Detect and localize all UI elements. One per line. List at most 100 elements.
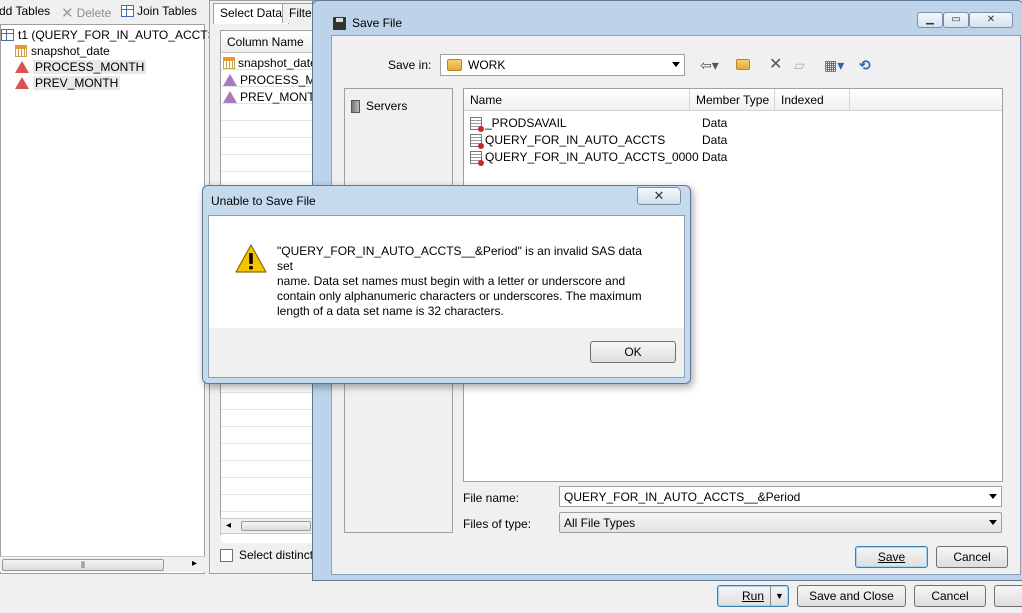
floppy-disk-icon <box>333 16 346 30</box>
dataset-icon <box>470 116 484 132</box>
file-member-type: Data <box>702 150 728 164</box>
computed-column-icon <box>15 77 29 89</box>
grid-row[interactable]: PROCESS_MO <box>223 73 325 87</box>
scrollbar-thumb[interactable]: ⦀ <box>2 559 164 571</box>
select-distinct-row: Select distinct r <box>220 548 320 562</box>
grid-header-column-name[interactable]: Column Name <box>221 31 314 53</box>
computed-column-icon <box>15 61 29 73</box>
file-name: QUERY_FOR_IN_AUTO_ACCTS_0000 <box>485 150 699 164</box>
run-button[interactable]: Run ▼ <box>717 585 789 607</box>
file-list-header: Name Member Type Indexed <box>464 89 1002 111</box>
tree-column-snapshot-date[interactable]: snapshot_date <box>15 44 110 58</box>
files-of-type-label: Files of type: <box>463 517 532 531</box>
servers-item[interactable]: Servers <box>351 99 407 113</box>
servers-label: Servers <box>366 99 408 113</box>
back-arrow-icon[interactable]: ⇦▾ <box>700 58 719 72</box>
help-button-partial[interactable] <box>994 585 1022 607</box>
run-dropdown-icon[interactable]: ▼ <box>770 586 788 606</box>
new-folder-icon[interactable]: ▱ <box>794 58 805 72</box>
tree-column-label: PREV_MONTH <box>33 76 121 90</box>
cancel-button[interactable]: Cancel <box>936 546 1008 568</box>
delete-icon: ✕ <box>61 5 74 22</box>
refresh-icon[interactable]: ⟲ <box>859 58 871 72</box>
maximize-button[interactable]: ▭ <box>943 12 969 28</box>
add-tables-label: dd Tables <box>0 4 51 18</box>
delete-icon[interactable]: ✕ <box>769 57 782 73</box>
dataset-icon <box>470 150 484 166</box>
save-in-dropdown[interactable]: WORK <box>440 54 685 76</box>
tab-select-data[interactable]: Select Data <box>213 3 290 24</box>
computed-column-icon <box>223 74 237 86</box>
file-name-input[interactable]: QUERY_FOR_IN_AUTO_ACCTS__&Period <box>559 486 1002 507</box>
close-button[interactable]: ✕ <box>637 187 681 205</box>
date-column-icon <box>15 45 27 57</box>
run-label: Run <box>741 589 764 603</box>
error-dialog-title: Unable to Save File <box>211 194 316 208</box>
ok-button[interactable]: OK <box>590 341 676 363</box>
delete-button[interactable]: ✕ Delete <box>61 4 111 22</box>
minimize-button[interactable]: ▁ <box>917 12 943 28</box>
close-icon: ✕ <box>653 188 665 203</box>
file-member-type: Data <box>702 133 728 147</box>
save-button[interactable]: Save <box>855 546 928 568</box>
chevron-down-icon <box>989 520 997 525</box>
tree-column-prev-month[interactable]: PREV_MONTH <box>15 76 121 90</box>
date-column-icon <box>223 57 235 69</box>
add-tables-button[interactable]: dd Tables <box>0 4 50 18</box>
server-icon <box>351 99 360 113</box>
grid-row[interactable]: PREV_MONT <box>223 90 315 104</box>
table-icon <box>1 29 14 41</box>
file-member-type: Data <box>702 116 728 130</box>
chevron-down-icon[interactable] <box>989 494 997 499</box>
warning-icon <box>235 244 267 273</box>
close-button[interactable]: ✕ <box>969 12 1013 28</box>
file-row[interactable]: QUERY_FOR_IN_AUTO_ACCTS Data <box>470 133 990 149</box>
column-header-indexed[interactable]: Indexed <box>775 89 850 111</box>
tree-column-process-month[interactable]: PROCESS_MONTH <box>15 60 147 74</box>
grid-cell: PREV_MONT <box>240 90 315 104</box>
file-row[interactable]: QUERY_FOR_IN_AUTO_ACCTS_0000 Data <box>470 150 990 166</box>
computed-column-icon <box>223 91 237 103</box>
join-tables-icon <box>121 5 134 17</box>
scroll-right-icon[interactable]: ▸ <box>192 558 197 569</box>
scroll-left-icon[interactable]: ◂ <box>226 520 231 531</box>
file-name: QUERY_FOR_IN_AUTO_ACCTS <box>485 133 666 147</box>
library-folder-icon <box>447 59 462 71</box>
grid-row[interactable]: snapshot_date <box>223 56 317 70</box>
error-dialog-body: "QUERY_FOR_IN_AUTO_ACCTS__&Period" is an… <box>208 215 685 378</box>
column-header-member-type[interactable]: Member Type <box>690 89 775 111</box>
tree-table-label: t1 (QUERY_FOR_IN_AUTO_ACCTS_0 <box>18 28 229 42</box>
views-menu-icon[interactable]: ▦▾ <box>824 58 844 72</box>
join-tables-button[interactable]: Join Tables <box>121 4 197 18</box>
select-distinct-label: Select distinct r <box>239 548 321 562</box>
save-in-label: Save in: <box>388 58 432 72</box>
tree-column-label: PROCESS_MONTH <box>33 60 147 74</box>
file-row[interactable]: _PRODSAVAIL Data <box>470 116 990 132</box>
query-cancel-button[interactable]: Cancel <box>914 585 986 607</box>
grid-horizontal-scrollbar[interactable]: ◂ <box>220 518 315 534</box>
folder-icon <box>736 59 750 70</box>
unable-to-save-dialog: Unable to Save File ✕ "QUERY_FOR_IN_AUTO… <box>202 185 691 384</box>
save-and-close-button[interactable]: Save and Close <box>797 585 906 607</box>
tree-column-label: snapshot_date <box>31 44 110 58</box>
delete-label: Delete <box>76 6 112 20</box>
query-toolbar: dd Tables ✕ Delete Join Tables <box>0 0 210 24</box>
chevron-down-icon <box>672 62 680 67</box>
tables-tree[interactable]: t1 (QUERY_FOR_IN_AUTO_ACCTS_0 snapshot_d… <box>0 24 229 574</box>
scrollbar-thumb[interactable] <box>241 521 311 531</box>
error-message: "QUERY_FOR_IN_AUTO_ACCTS__&Period" is an… <box>277 244 642 318</box>
file-name-label: File name: <box>463 491 520 505</box>
file-name-value: QUERY_FOR_IN_AUTO_ACCTS__&Period <box>564 490 801 504</box>
up-folder-icon[interactable] <box>736 58 750 72</box>
select-distinct-checkbox[interactable] <box>220 548 233 562</box>
dataset-icon <box>470 133 484 149</box>
column-header-name[interactable]: Name <box>464 89 690 111</box>
save-label: Save <box>877 550 906 564</box>
tree-horizontal-scrollbar[interactable]: ⦀ ▸ <box>0 556 205 572</box>
save-in-value: WORK <box>468 58 506 72</box>
grid-cell: snapshot_date <box>238 56 317 70</box>
tree-table-node[interactable]: t1 (QUERY_FOR_IN_AUTO_ACCTS_0 <box>1 28 229 42</box>
file-name: _PRODSAVAIL <box>485 116 567 130</box>
files-of-type-value: All File Types <box>564 516 636 530</box>
files-of-type-select[interactable]: All File Types <box>559 512 1002 533</box>
